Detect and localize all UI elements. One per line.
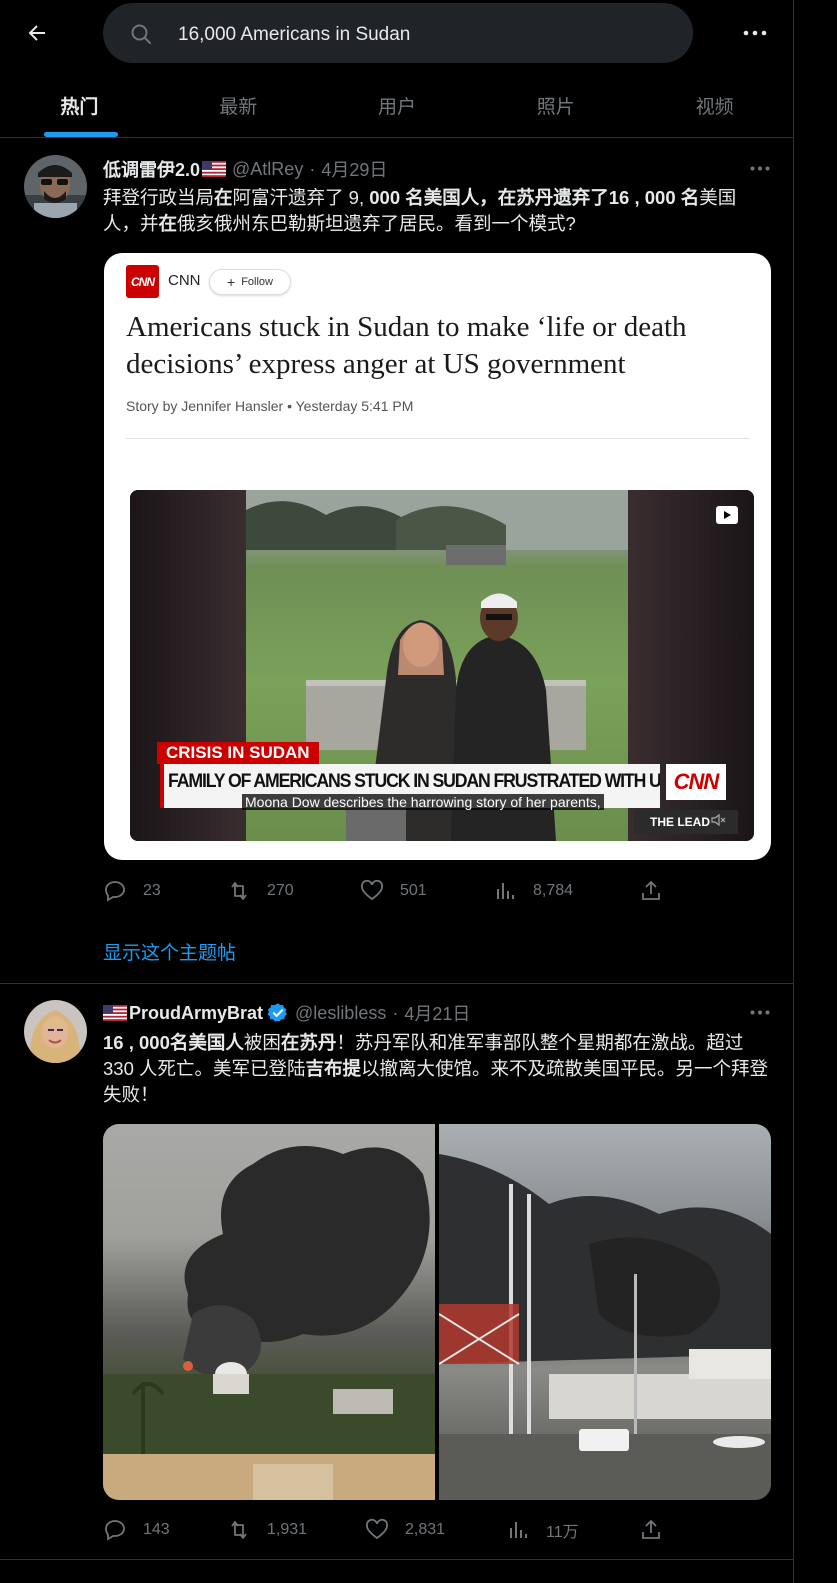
card-source: CNN bbox=[168, 272, 201, 289]
repost-button[interactable]: 1,931 bbox=[227, 1515, 307, 1545]
tweet-text: 拜登行政当局在阿富汗遗弃了 9, 000 名美国人，在苏丹遗弃了16 , 000… bbox=[103, 185, 773, 237]
card-divider bbox=[126, 438, 750, 439]
analytics-icon bbox=[497, 883, 514, 899]
like-count: 501 bbox=[400, 882, 427, 899]
lower-third-label: CRISIS IN SUDAN bbox=[157, 742, 319, 764]
like-button[interactable]: 501 bbox=[360, 876, 427, 906]
tweet-more-button[interactable] bbox=[745, 158, 775, 178]
text-part: 拜登行政当局 bbox=[103, 187, 215, 208]
reply-icon bbox=[105, 1520, 125, 1541]
us-flag-icon bbox=[202, 161, 227, 177]
tweet[interactable]: 低调雷伊2.0 @AtlRey · 4月29日 拜登行政当局在阿富汗遗弃了 9,… bbox=[0, 0, 794, 983]
text-part: 被困 bbox=[243, 1032, 281, 1053]
media-image-smoke-airport[interactable] bbox=[439, 1124, 771, 1500]
share-button[interactable] bbox=[639, 876, 679, 906]
mute-icon[interactable] bbox=[710, 812, 726, 828]
tweet-media[interactable] bbox=[103, 1124, 771, 1500]
link-card[interactable]: CNN CNN + Follow Americans stuck in Sudan… bbox=[104, 253, 771, 860]
reply-button[interactable]: 23 bbox=[103, 876, 161, 906]
reply-count: 23 bbox=[143, 882, 161, 899]
tweet-text: 16 , 000名美国人被困在苏丹！苏丹军队和准军事部队整个星期都在激战。超过 … bbox=[103, 1030, 773, 1108]
avatar[interactable] bbox=[24, 1000, 87, 1063]
tweet-more-button[interactable] bbox=[745, 1002, 775, 1022]
like-button[interactable]: 2,831 bbox=[365, 1515, 445, 1545]
heart-icon bbox=[361, 879, 383, 901]
reply-count: 143 bbox=[143, 1521, 170, 1538]
view-count: 8,784 bbox=[533, 882, 574, 899]
tweet-date[interactable]: 4月21日 bbox=[404, 1000, 470, 1026]
tweet-divider bbox=[0, 1559, 794, 1560]
smoke-over-airport-image bbox=[439, 1154, 771, 1500]
text-part: 吉布提 bbox=[305, 1058, 362, 1079]
text-part: 俄亥俄州东巴勒斯坦遗弃了居民。看到一个模式? bbox=[177, 213, 576, 234]
video-player[interactable]: CRISIS IN SUDAN FAMILY OF AMERICANS STUC… bbox=[130, 490, 754, 841]
verified-badge-icon bbox=[267, 1003, 287, 1022]
share-icon bbox=[642, 880, 660, 900]
show-thread-link[interactable]: 显示这个主题帖 bbox=[103, 938, 236, 965]
media-image-smoke-city[interactable] bbox=[103, 1124, 435, 1500]
view-count: 11万 bbox=[546, 1524, 579, 1541]
author-name[interactable]: 低调雷伊2.0 bbox=[103, 156, 200, 182]
tweet-header: 低调雷伊2.0 @AtlRey · 4月29日 bbox=[103, 157, 387, 181]
views-button[interactable]: 8,784 bbox=[493, 876, 573, 906]
video-caption: Moona Dow describes the harrowing story … bbox=[242, 794, 604, 810]
separator-dot: · bbox=[309, 158, 316, 179]
avatar[interactable] bbox=[24, 155, 87, 218]
us-flag-icon bbox=[103, 1005, 127, 1021]
tweet-date[interactable]: 4月29日 bbox=[321, 156, 387, 182]
text-part: 在 bbox=[214, 187, 233, 208]
heart-icon bbox=[366, 1518, 388, 1540]
text-part: 在 bbox=[158, 213, 178, 234]
cnn-logo: CNN bbox=[126, 265, 159, 298]
author-name[interactable]: ProudArmyBrat bbox=[129, 1003, 263, 1024]
repost-count: 1,931 bbox=[267, 1521, 308, 1538]
tweet-actions: 23 270 501 8,784 bbox=[103, 876, 683, 906]
reply-button[interactable]: 143 bbox=[103, 1515, 170, 1545]
card-byline: Story by Jennifer Hansler • Yesterday 5:… bbox=[126, 398, 414, 414]
share-icon bbox=[642, 1519, 660, 1539]
tweet-actions: 143 1,931 2,831 11万 bbox=[103, 1515, 683, 1545]
follow-label: Follow bbox=[241, 276, 273, 288]
more-dots-icon bbox=[750, 1010, 770, 1014]
reply-icon bbox=[105, 881, 125, 902]
text-part: 000 名美国人，在苏丹遗弃了16 , 000 名 bbox=[364, 187, 700, 208]
repost-icon bbox=[231, 1521, 247, 1539]
follow-button[interactable]: + Follow bbox=[209, 269, 291, 295]
text-part: 在苏丹 bbox=[280, 1032, 337, 1053]
author-handle[interactable]: @AtlRey bbox=[232, 159, 303, 180]
timeline-column: 16,000 Americans in Sudan 热门 最新 用户 照片 视频 bbox=[0, 0, 794, 1583]
repost-button[interactable]: 270 bbox=[227, 876, 294, 906]
text-part: 阿富汗遗弃了 9, bbox=[232, 187, 365, 208]
text-part: 16 , 000名美国人 bbox=[103, 1032, 244, 1053]
share-button[interactable] bbox=[639, 1515, 679, 1545]
cnn-video-logo: CNN bbox=[666, 764, 726, 800]
repost-icon bbox=[231, 882, 247, 900]
plus-icon: + bbox=[227, 274, 236, 290]
views-button[interactable]: 11万 bbox=[506, 1515, 579, 1545]
like-count: 2,831 bbox=[405, 1521, 446, 1538]
lower-third-text: FAMILY OF AMERICANS STUCK IN SUDAN FRUST… bbox=[168, 771, 660, 792]
author-handle[interactable]: @leslibless bbox=[295, 1003, 386, 1024]
more-dots-icon bbox=[750, 166, 770, 170]
analytics-icon bbox=[510, 1522, 527, 1538]
separator-dot: · bbox=[392, 1002, 399, 1023]
smoke-over-city-image bbox=[103, 1146, 435, 1500]
video-play-icon[interactable] bbox=[716, 506, 738, 524]
tweet-header: ProudArmyBrat @leslibless · 4月21日 bbox=[103, 1001, 470, 1025]
card-headline: Americans stuck in Sudan to make ‘life o… bbox=[126, 311, 687, 380]
repost-count: 270 bbox=[267, 882, 294, 899]
